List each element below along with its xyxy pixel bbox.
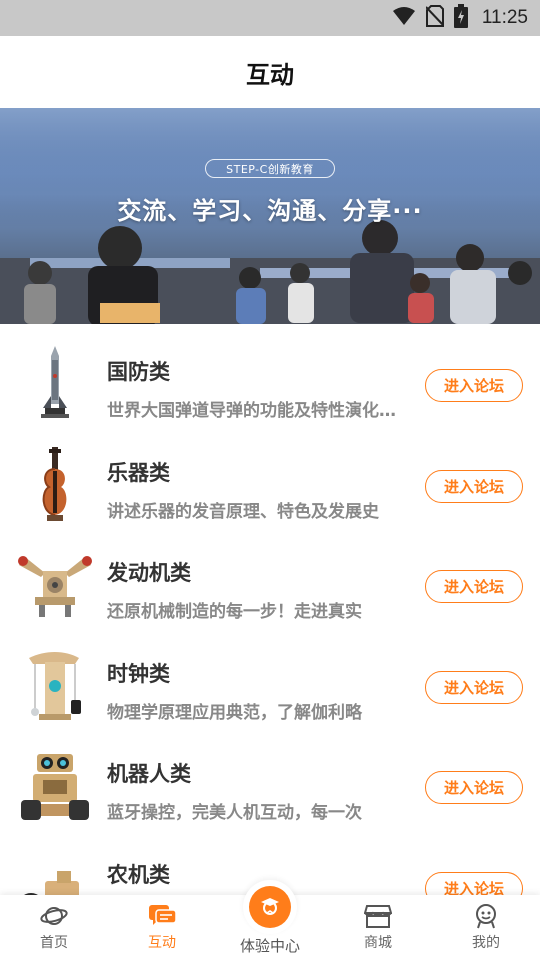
user-icon [472,903,500,929]
tab-label: 我的 [472,935,500,951]
wifi-icon [392,6,416,30]
no-sim-icon [425,5,445,31]
forum-title: 机器人类 [107,762,191,787]
tab-experience-center[interactable] [243,880,297,934]
tab-interaction[interactable]: 互动 [108,895,216,960]
page-header: 互动 [0,36,540,108]
enter-forum-button[interactable]: 进入论坛 [425,469,523,503]
forum-title: 乐器类 [107,460,170,485]
store-icon [364,903,392,929]
forum-item-engine[interactable]: 发动机类 还原机械制造的每一步！走进真实 进入论坛 [0,535,540,636]
tab-home[interactable]: 首页 [0,895,108,960]
page-title: 互动 [246,60,294,89]
banner[interactable]: STEP-C创新教育 交流、学习、沟通、分享··· [0,108,540,324]
robot-model-icon [14,746,96,826]
engine-model-icon [14,545,96,625]
banner-slogan: 交流、学习、沟通、分享··· [117,197,423,225]
planet-icon [40,903,68,929]
forum-desc: 蓝牙操控，完美人机互动，每一次 [107,803,362,824]
graduate-icon [249,886,291,928]
banner-tag: STEP-C创新教育 [205,159,335,178]
forum-desc: 讲述乐器的发音原理、特色及发展史 [107,501,379,522]
tab-mine[interactable]: 我的 [432,895,540,960]
rocket-model-icon [14,344,96,424]
forum-title: 发动机类 [107,561,191,586]
tab-store[interactable]: 商城 [324,895,432,960]
tab-label: 商城 [364,935,392,951]
forum-item-instruments[interactable]: 乐器类 讲述乐器的发音原理、特色及发展史 进入论坛 [0,435,540,536]
status-bar: 11:25 [0,0,540,36]
forum-desc: 还原机械制造的每一步！走进真实 [107,602,362,623]
forum-list: 国防类 世界大国弹道导弹的功能及特性演化… 进入论坛 乐器类 讲述乐器的发音原理… [0,334,540,938]
forum-item-clock[interactable]: 时钟类 物理学原理应用典范，了解伽利略 进入论坛 [0,636,540,737]
forum-desc: 物理学原理应用典范，了解伽利略 [107,702,362,723]
tab-label: 体验中心 [239,937,300,955]
tab-label: 首页 [40,935,68,951]
clock-model-icon [14,646,96,726]
enter-forum-button[interactable]: 进入论坛 [425,369,523,402]
battery-charging-icon [453,4,468,32]
forum-item-robot[interactable]: 机器人类 蓝牙操控，完美人机互动，每一次 进入论坛 [0,736,540,837]
forum-title: 国防类 [107,360,170,384]
enter-forum-button[interactable]: 进入论坛 [425,771,523,805]
chat-icon [148,903,176,929]
status-time: 11:25 [481,7,528,28]
enter-forum-button[interactable]: 进入论坛 [425,670,523,704]
tab-label: 互动 [148,935,176,951]
forum-desc: 世界大国弹道导弹的功能及特性演化… [107,401,396,421]
status-icons: 11:25 [392,0,528,36]
forum-title: 农机类 [107,862,170,887]
forum-title: 时钟类 [107,661,170,686]
forum-item-defense[interactable]: 国防类 世界大国弹道导弹的功能及特性演化… 进入论坛 [0,334,540,435]
enter-forum-button[interactable]: 进入论坛 [425,570,523,604]
violin-model-icon [14,445,96,525]
